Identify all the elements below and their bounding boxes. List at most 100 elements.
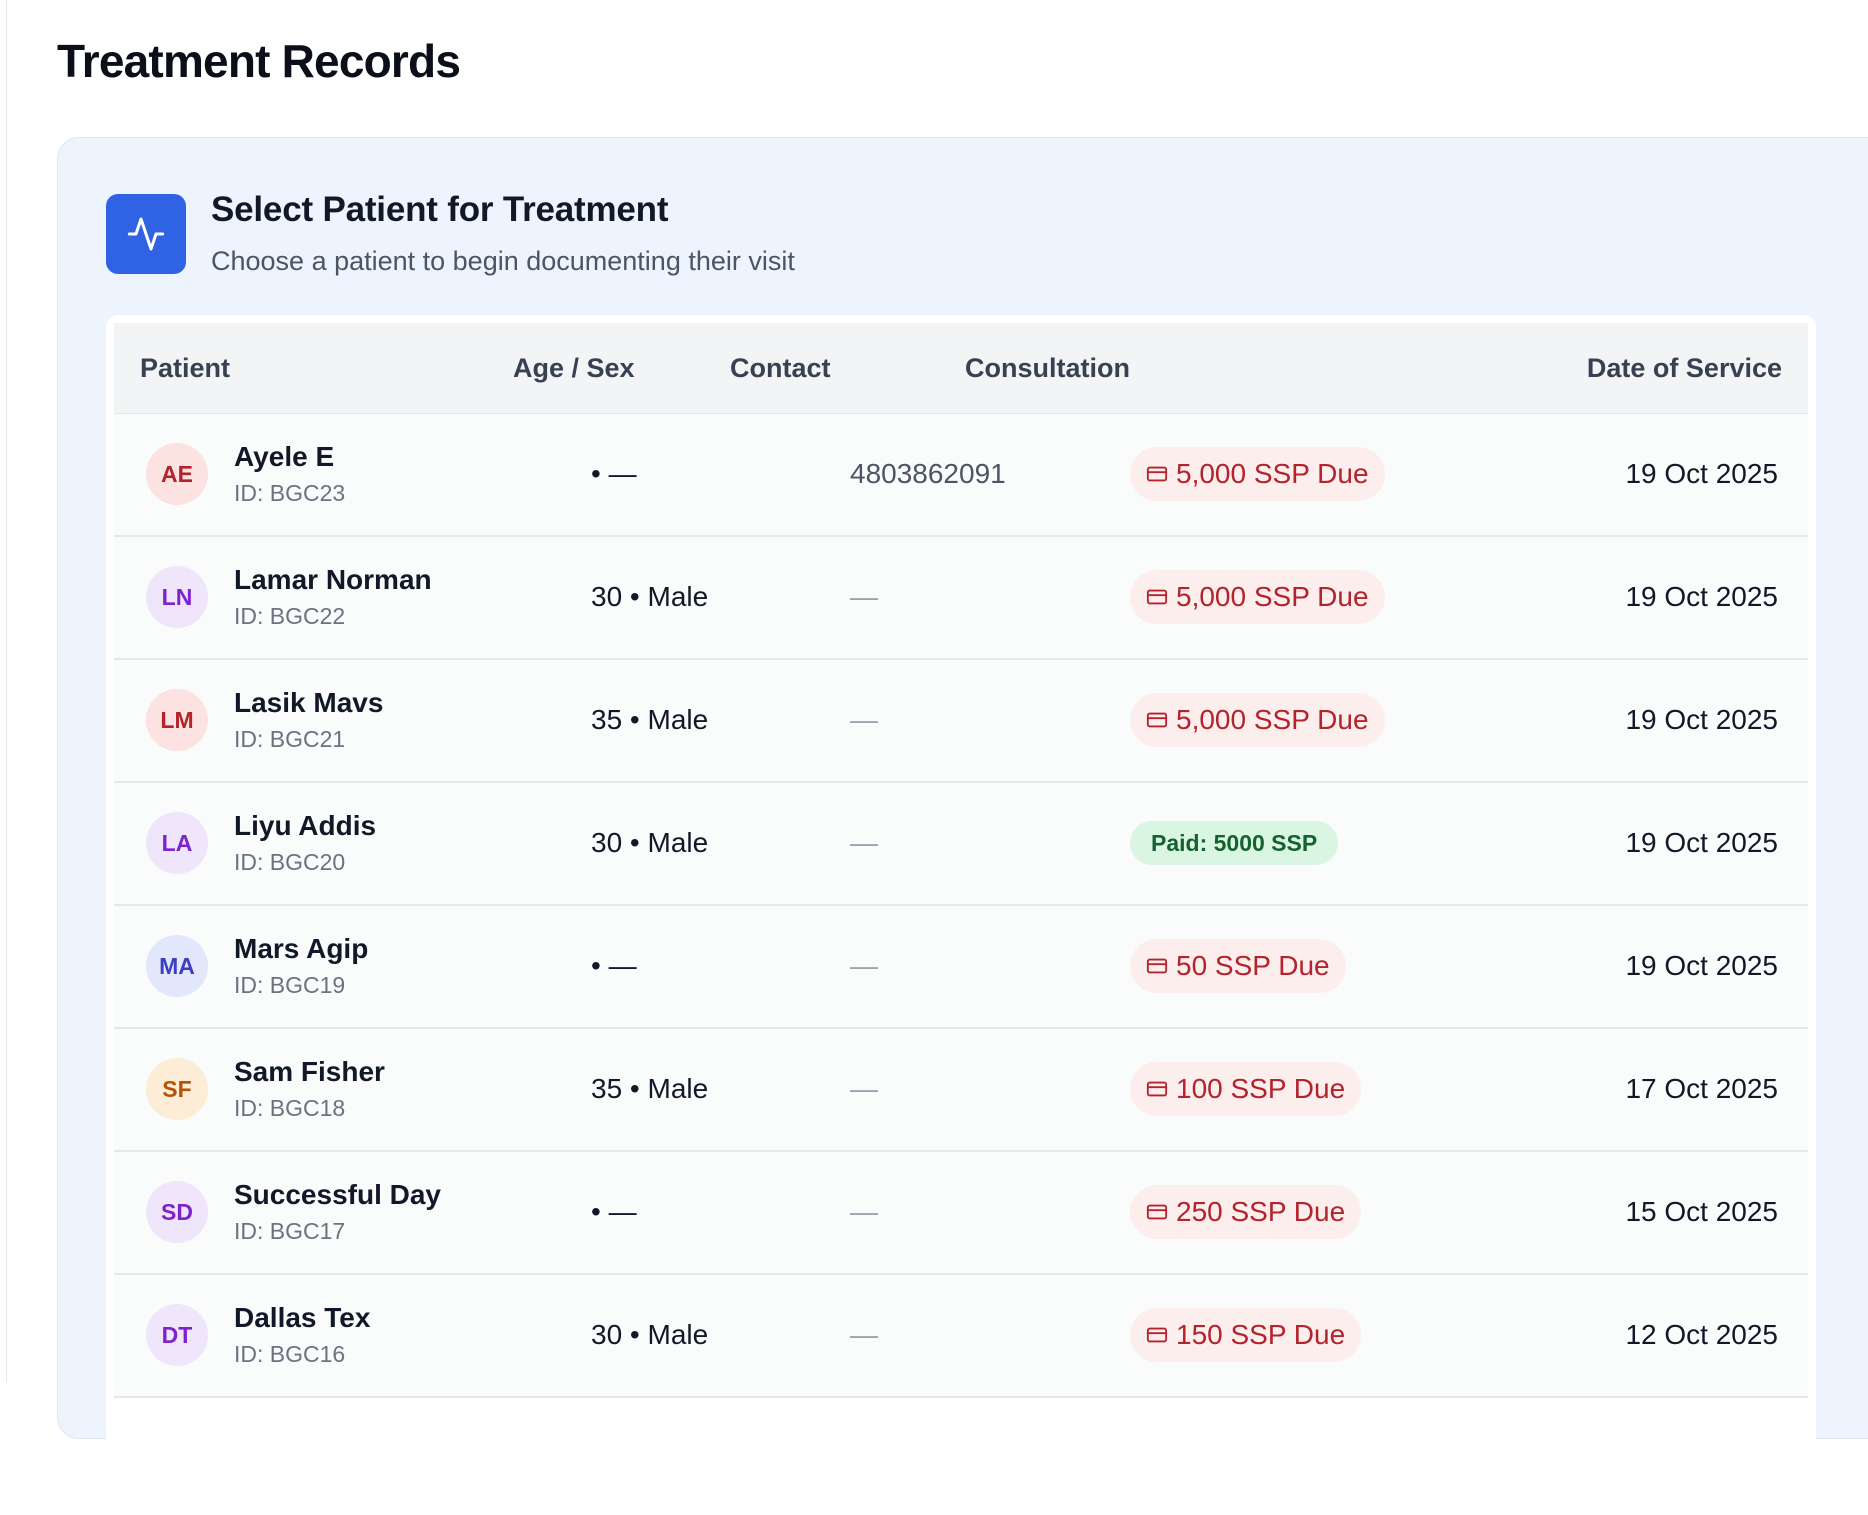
patient-id: ID: BGC21 [234,726,346,752]
avatar-initials: LM [160,706,194,733]
date-of-service: 15 Oct 2025 [1625,1196,1778,1227]
contact: — [850,950,878,981]
consultation-badge: 5,000 SSP Due [1130,570,1385,624]
avatar: SF [146,1058,208,1120]
age-sex: 30 • Male [591,827,709,858]
table-row[interactable]: LA Liyu Addis ID: BGC20 30 • Male — Paid… [114,783,1808,906]
avatar-initials: SF [162,1075,192,1102]
contact: — [850,704,878,735]
table-row[interactable]: LN Lamar Norman ID: BGC22 30 • Male — 5,… [114,537,1808,660]
credit-card-icon [1146,466,1168,482]
date-of-service: 19 Oct 2025 [1625,458,1778,489]
date-of-service: 19 Oct 2025 [1625,950,1778,981]
contact: — [850,1319,878,1350]
date-of-service: 12 Oct 2025 [1625,1319,1778,1350]
age-sex: 35 • Male [591,704,709,735]
contact: — [850,1196,878,1227]
contact: — [850,581,878,612]
age-sex: • — [591,458,637,489]
patient-id: ID: BGC19 [234,972,346,998]
consultation-badge: 5,000 SSP Due [1130,447,1385,501]
consultation-label: 5,000 SSP Due [1176,704,1369,735]
consultation-label: 250 SSP Due [1176,1196,1346,1227]
avatar: AE [146,443,208,505]
age-sex: • — [591,950,637,981]
age-sex: 30 • Male [591,1319,709,1350]
consultation-badge: 50 SSP Due [1130,939,1346,993]
table-header: Patient Age / Sex Contact Consultation D… [114,323,1808,414]
avatar: LN [146,566,208,628]
credit-card-icon [1146,1327,1168,1343]
patient-id: ID: BGC22 [234,603,346,629]
consultation-label: Paid: 5000 SSP [1151,829,1318,856]
date-of-service: 19 Oct 2025 [1625,704,1778,735]
consultation-badge: 150 SSP Due [1130,1308,1362,1362]
patient-name: Ayele E [234,441,335,472]
table-row[interactable]: DT Dallas Tex ID: BGC16 30 • Male — 150 … [114,1275,1808,1398]
credit-card-icon [1146,1081,1168,1097]
left-divider [6,0,7,1382]
avatar-initials: LN [161,583,193,610]
patient-name: Liyu Addis [234,810,377,841]
consultation-badge: 100 SSP Due [1130,1062,1362,1116]
date-of-service: 17 Oct 2025 [1625,1073,1778,1104]
table-row[interactable]: LM Lasik Mavs ID: BGC21 35 • Male — 5,00… [114,660,1808,783]
consultation-label: 100 SSP Due [1176,1073,1346,1104]
card-subtitle: Choose a patient to begin documenting th… [211,246,795,276]
patient-select-card: Select Patient for Treatment Choose a pa… [57,137,1868,1515]
patients-table: Patient Age / Sex Contact Consultation D… [106,315,1816,1515]
consultation-badge: 250 SSP Due [1130,1185,1362,1239]
contact: — [850,1073,878,1104]
credit-card-icon [1146,589,1168,605]
page-title: Treatment Records [57,35,461,87]
patient-name: Lasik Mavs [234,687,384,718]
patient-id: ID: BGC16 [234,1341,346,1367]
credit-card-icon [1146,712,1168,728]
avatar: DT [146,1304,208,1366]
avatar-initials: MA [159,952,195,979]
avatar-initials: SD [161,1198,193,1225]
patient-name: Successful Day [234,1179,441,1210]
patient-name: Dallas Tex [234,1302,371,1333]
contact: 4803862091 [850,458,1006,489]
table-row[interactable]: AE Ayele E ID: BGC23 • — 4803862091 5,00… [114,414,1808,537]
credit-card-icon [1146,1204,1168,1220]
age-sex: 35 • Male [591,1073,709,1104]
patient-name: Sam Fisher [234,1056,385,1087]
credit-card-icon [1146,958,1168,974]
column-header-consultation: Consultation [965,353,1130,383]
contact: — [850,827,878,858]
column-header-contact: Contact [730,353,831,383]
card-title: Select Patient for Treatment [211,190,669,229]
avatar-initials: AE [161,460,193,487]
patient-id: ID: BGC17 [234,1218,346,1244]
consultation-label: 5,000 SSP Due [1176,581,1369,612]
consultation-label: 150 SSP Due [1176,1319,1346,1350]
consultation-badge: 5,000 SSP Due [1130,693,1385,747]
age-sex: • — [591,1196,637,1227]
column-header-age-sex: Age / Sex [513,353,635,383]
column-header-patient: Patient [140,353,231,383]
date-of-service: 19 Oct 2025 [1625,581,1778,612]
table-row[interactable]: SF Sam Fisher ID: BGC18 35 • Male — 100 … [114,1029,1808,1152]
table-row[interactable]: MA Mars Agip ID: BGC19 • — — 50 SSP Due … [114,906,1808,1029]
avatar-initials: LA [161,829,193,856]
patient-name: Mars Agip [234,933,369,964]
avatar: MA [146,935,208,997]
consultation-label: 50 SSP Due [1176,950,1330,981]
table-row[interactable]: SD Successful Day ID: BGC17 • — — 250 SS… [114,1152,1808,1275]
consultation-label: 5,000 SSP Due [1176,458,1369,489]
avatar: LM [146,689,208,751]
avatar: SD [146,1181,208,1243]
patient-id: ID: BGC18 [234,1095,346,1121]
consultation-badge: Paid: 5000 SSP [1130,821,1339,865]
column-header-date-of-service: Date of Service [1586,353,1782,383]
patient-id: ID: BGC20 [234,849,346,875]
patient-id: ID: BGC23 [234,480,346,506]
avatar: LA [146,812,208,874]
patient-name: Lamar Norman [234,564,432,595]
avatar-initials: DT [161,1321,193,1348]
table-body: AE Ayele E ID: BGC23 • — 4803862091 5,00… [114,414,1808,1398]
activity-icon [106,194,186,274]
date-of-service: 19 Oct 2025 [1625,827,1778,858]
